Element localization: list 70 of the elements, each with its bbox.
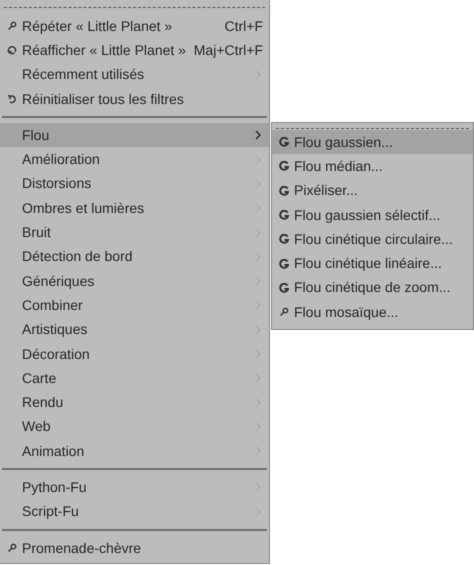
- menu-item-label: Web: [22, 417, 52, 436]
- menu-item-label: Flou gaussien...: [294, 132, 394, 152]
- menu-item[interactable]: Flou médian...: [272, 154, 473, 179]
- menu-item-label: Flou gaussien sélectif...: [294, 206, 442, 225]
- menu-item-label: Promenade-chèvre: [22, 538, 142, 558]
- menu-item-label: Flou cinétique de zoom...: [294, 278, 452, 298]
- g-logo-icon: [278, 161, 288, 172]
- menu-item[interactable]: Pixéliser...: [272, 178, 473, 203]
- menu-item[interactable]: Flou cinétique linéaire...: [272, 251, 473, 276]
- g-logo-icon: [278, 210, 288, 220]
- g-logo-icon: [278, 282, 288, 293]
- menu-item[interactable]: Flou cinétique circulaire...: [272, 227, 473, 252]
- menu-item[interactable]: Promenade-chèvre: [0, 536, 269, 560]
- menu-item-label: Flou cinétique circulaire...: [294, 230, 454, 249]
- menu-item-label: Artistiques: [22, 320, 88, 340]
- menu-item-label: Combiner: [22, 296, 84, 315]
- menu-item[interactable]: Réafficher « Little Planet » Maj+Ctrl+F: [0, 38, 269, 63]
- menu-item-label: Ombres et lumières: [22, 198, 146, 218]
- menu-item[interactable]: Flou mosaïque...: [272, 300, 473, 324]
- menu-item[interactable]: Animation: [0, 439, 269, 464]
- menu-item-label: Python-Fu: [22, 478, 88, 497]
- menu-item-label: Flou cinétique linéaire...: [294, 254, 443, 274]
- menu-item-label: Bruit: [22, 223, 52, 242]
- menu-item-label: Flou médian...: [294, 156, 384, 176]
- menu-item-label: Décoration: [22, 344, 91, 364]
- menu-item[interactable]: Rendu: [0, 390, 269, 415]
- menu-item[interactable]: Combiner: [0, 293, 269, 318]
- tear-off-line[interactable]: [4, 7, 265, 8]
- menu-item[interactable]: Artistiques: [0, 318, 269, 342]
- menu-item[interactable]: Récemment utilisés: [0, 62, 269, 87]
- menu-item-label: Réinitialiser tous les filtres: [22, 90, 185, 109]
- menu-item-label: Flou mosaïque...: [294, 302, 400, 322]
- menu-item[interactable]: Flou: [0, 123, 269, 148]
- menu-item[interactable]: Décoration: [0, 342, 269, 366]
- menu-item[interactable]: Réinitialiser tous les filtres: [0, 86, 269, 112]
- menu-item[interactable]: Ombres et lumières: [0, 196, 269, 220]
- shortcut-label: Ctrl+F: [224, 16, 264, 36]
- menu-item-label: Distorsions: [22, 174, 92, 194]
- menu-item-label: Pixéliser...: [294, 181, 359, 200]
- menu-item-label: Flou: [22, 126, 50, 145]
- menu-item[interactable]: Flou cinétique de zoom...: [272, 276, 473, 300]
- menu-item[interactable]: Script-Fu: [0, 500, 269, 524]
- menu-item-label: Réafficher « Little Planet »: [22, 40, 187, 60]
- shortcut-label: Maj+Ctrl+F: [194, 40, 264, 60]
- menu-item-label: Génériques: [22, 272, 96, 291]
- menu-item[interactable]: Bruit: [0, 220, 269, 245]
- g-logo-icon: [278, 258, 288, 269]
- menu-item-label: Script-Fu: [22, 502, 80, 522]
- menu-item[interactable]: Génériques: [0, 268, 269, 294]
- menu-item-label: Amélioration: [22, 150, 101, 170]
- g-logo-icon: [278, 234, 288, 244]
- menu-item[interactable]: Distorsions: [0, 172, 269, 196]
- g-logo-icon: [278, 137, 288, 148]
- menu-item-label: Récemment utilisés: [22, 65, 146, 84]
- menu-item-label: Animation: [22, 442, 86, 461]
- menu-item[interactable]: Flou gaussien sélectif...: [272, 202, 473, 228]
- tear-off-line[interactable]: [276, 128, 469, 129]
- menu-item-label: Carte: [22, 368, 58, 388]
- menu-item[interactable]: Répéter « Little Planet » Ctrl+F: [0, 14, 269, 38]
- menu-item-label: Détection de bord: [22, 247, 134, 266]
- menu-item[interactable]: Détection de bord: [0, 244, 269, 269]
- g-logo-icon: [278, 186, 288, 196]
- menu-item[interactable]: Flou gaussien...: [272, 130, 473, 154]
- menu-item-label: Rendu: [22, 393, 64, 412]
- menu-item-label: Répéter « Little Planet »: [22, 16, 174, 36]
- menu-item[interactable]: Amélioration: [0, 147, 269, 172]
- menu-item[interactable]: Python-Fu: [0, 475, 269, 500]
- menu-item[interactable]: Web: [0, 414, 269, 440]
- reset-icon: [6, 94, 16, 104]
- menu-item[interactable]: Carte: [0, 366, 269, 390]
